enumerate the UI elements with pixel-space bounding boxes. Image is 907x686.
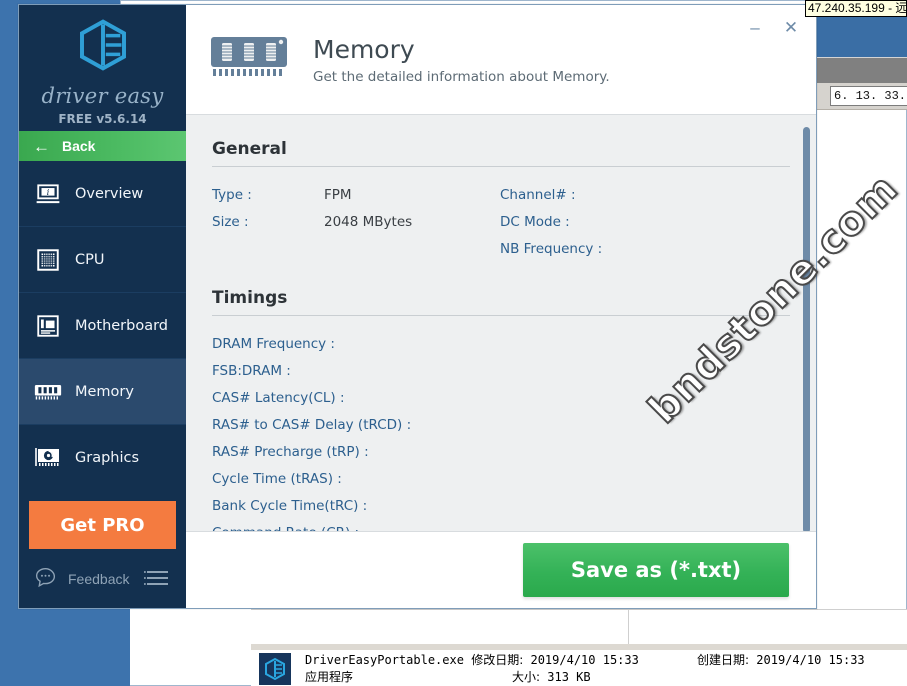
ip-tooltip: 47.240.35.199 - 远	[805, 0, 907, 17]
general-left-column: Type : FPM Size : 2048 MBytes	[212, 181, 500, 262]
desktop-left-strip	[120, 608, 130, 686]
chat-bubble-icon	[33, 565, 58, 593]
file-size-label: 大小:	[512, 670, 540, 684]
timings-list: DRAM Frequency : FSB:DRAM : CAS# Latency…	[212, 330, 790, 531]
sidebar-footer: Feedback	[19, 550, 186, 608]
explorer-address-bar[interactable]: 6. 13. 33... ➤	[816, 83, 907, 110]
window-controls[interactable]: – ✕	[740, 15, 806, 41]
sidebar-item-graphics[interactable]: Graphics	[19, 425, 186, 491]
section-title-timings: Timings	[212, 288, 790, 316]
file-type: 应用程序	[305, 670, 353, 684]
hamburger-menu-icon[interactable]	[144, 567, 172, 592]
file-details-text: DriverEasyPortable.exe 修改日期: 2019/4/10 1…	[305, 652, 897, 686]
motherboard-icon	[33, 313, 63, 339]
sidebar: driver easy FREE v5.6.14 ← Back i Overvi…	[19, 5, 186, 608]
timing-row: CAS# Latency(CL) :	[212, 384, 790, 411]
brand-block: driver easy FREE v5.6.14	[19, 5, 186, 131]
field-value: 2048 MBytes	[324, 214, 412, 230]
save-as-txt-button[interactable]: Save as (*.txt)	[523, 543, 789, 597]
svg-text:i: i	[47, 188, 50, 198]
created-date-value: 2019/4/10 15:33	[756, 653, 864, 667]
content-scrollbar[interactable]	[803, 127, 810, 533]
field-value: FPM	[324, 187, 352, 203]
explorer-file-list[interactable]	[251, 609, 907, 644]
timing-row: Command Rate (CR) :	[212, 519, 790, 531]
file-list-cell-date[interactable]	[629, 610, 907, 644]
field-label: NB Frequency :	[500, 241, 640, 257]
get-pro-button[interactable]: Get PRO	[29, 501, 176, 549]
info-row: Type : FPM	[212, 181, 500, 208]
section-title-general: General	[212, 139, 790, 167]
feedback-label: Feedback	[68, 571, 129, 587]
file-list-cell-name[interactable]	[251, 610, 629, 644]
brand-name: driver easy	[41, 84, 163, 108]
file-size-value: 313 KB	[547, 670, 590, 684]
address-input[interactable]: 6. 13. 33...	[830, 86, 907, 106]
dialog-footer: Save as (*.txt)	[186, 531, 816, 608]
field-label: Size :	[212, 214, 324, 230]
back-label: Back	[62, 138, 95, 154]
sidebar-item-cpu[interactable]: CPU	[19, 227, 186, 293]
info-row: Channel# :	[500, 181, 640, 208]
page-subtitle: Get the detailed information about Memor…	[313, 69, 610, 85]
sidebar-item-memory[interactable]: Memory	[19, 359, 186, 425]
field-label: Channel# :	[500, 187, 640, 203]
cpu-chip-icon	[33, 247, 63, 273]
back-button[interactable]: ← Back	[19, 131, 186, 161]
gpu-card-icon	[33, 446, 63, 470]
sidebar-item-label: Motherboard	[75, 318, 168, 334]
sidebar-item-label: CPU	[75, 252, 104, 268]
field-label: DC Mode :	[500, 214, 640, 230]
modified-date-value: 2019/4/10 15:33	[530, 653, 638, 667]
info-row: NB Frequency :	[500, 235, 640, 262]
modified-date-label: 修改日期:	[471, 653, 523, 667]
close-button[interactable]: ✕	[776, 15, 806, 41]
content-area: General Type : FPM Size : 2048 MBytes Ch…	[186, 115, 816, 531]
file-details-statusbar: DriverEasyPortable.exe 修改日期: 2019/4/10 1…	[251, 650, 907, 686]
page-header: Memory Get the detailed information abou…	[186, 5, 816, 115]
field-label: Type :	[212, 187, 324, 203]
arrow-left-icon: ←	[33, 138, 50, 155]
sidebar-item-overview[interactable]: i Overview	[19, 161, 186, 227]
timing-row: Cycle Time (tRAS) :	[212, 465, 790, 492]
feedback-button[interactable]: Feedback	[33, 565, 129, 593]
timing-row: FSB:DRAM :	[212, 357, 790, 384]
minimize-button[interactable]: –	[740, 15, 770, 41]
sidebar-item-motherboard[interactable]: Motherboard	[19, 293, 186, 359]
file-name: DriverEasyPortable.exe	[305, 653, 464, 667]
page-title: Memory	[313, 35, 610, 64]
created-date-label: 创建日期:	[697, 653, 749, 667]
brand-version: FREE v5.6.14	[58, 112, 146, 126]
driver-easy-file-icon	[259, 653, 291, 685]
monitor-info-icon: i	[33, 181, 63, 207]
info-row: Size : 2048 MBytes	[212, 208, 500, 235]
timing-row: DRAM Frequency :	[212, 330, 790, 357]
driver-easy-logo-icon	[75, 17, 131, 78]
general-right-column: Channel# : DC Mode : NB Frequency :	[500, 181, 640, 262]
timing-row: RAS# to CAS# Delay (tRCD) :	[212, 411, 790, 438]
sidebar-item-label: Graphics	[75, 450, 139, 466]
ram-stick-icon	[33, 381, 63, 403]
driver-easy-window[interactable]: driver easy FREE v5.6.14 ← Back i Overvi…	[18, 4, 817, 609]
timing-row: RAS# Precharge (tRP) :	[212, 438, 790, 465]
sidebar-item-label: Memory	[75, 384, 134, 400]
general-grid: Type : FPM Size : 2048 MBytes Channel# :…	[212, 181, 790, 262]
sidebar-item-label: Overview	[75, 186, 143, 202]
explorer-titlebar[interactable]	[816, 57, 907, 83]
main-panel: Memory Get the detailed information abou…	[186, 5, 816, 608]
timing-row: Bank Cycle Time(tRC) :	[212, 492, 790, 519]
ram-stick-icon	[209, 31, 291, 88]
info-row: DC Mode :	[500, 208, 640, 235]
